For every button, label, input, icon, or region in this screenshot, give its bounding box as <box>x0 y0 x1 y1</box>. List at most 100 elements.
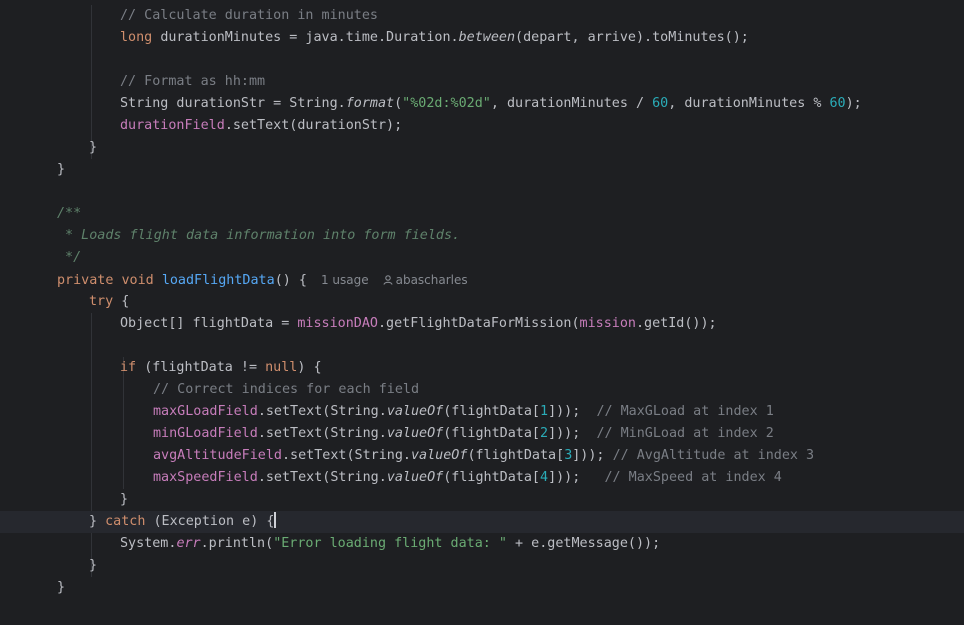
code-line[interactable]: */ <box>0 247 964 269</box>
code-token: long <box>120 30 161 45</box>
code-token: catch <box>105 514 154 529</box>
code-token: (flightData[ <box>443 426 540 441</box>
code-token: 4 <box>540 470 549 485</box>
code-token: Object[] flightData = <box>120 316 298 331</box>
code-token: 60 <box>829 96 846 111</box>
code-token: loadFlightData <box>161 273 275 288</box>
code-token: */ <box>57 250 82 265</box>
code-token: (flightData != <box>144 360 266 375</box>
code-token: } <box>89 140 98 155</box>
code-token: System. <box>120 536 177 551</box>
code-token: .setText(String. <box>257 426 387 441</box>
code-token: ])); <box>548 404 597 419</box>
code-token: if <box>120 360 145 375</box>
code-line[interactable]: if (flightData != null) { <box>0 357 964 379</box>
code-token: maxGLoadField <box>153 404 258 419</box>
code-token: ])); <box>572 448 613 463</box>
code-token: // MaxSpeed at index 4 <box>604 470 782 485</box>
code-line[interactable]: minGLoadField.setText(String.valueOf(fli… <box>0 423 964 445</box>
code-line[interactable]: } <box>0 577 964 599</box>
code-token: null <box>265 360 298 375</box>
code-token: 2 <box>540 426 549 441</box>
author-inlay-hint[interactable]: abascharles <box>383 273 468 287</box>
code-line[interactable]: avgAltitudeField.setText(String.valueOf(… <box>0 445 964 467</box>
code-token: durationField <box>120 118 225 133</box>
code-line[interactable]: } catch (Exception e) { <box>0 511 964 533</box>
code-line[interactable]: } <box>0 159 964 181</box>
code-token: , durationMinutes / <box>490 96 653 111</box>
code-token: err <box>176 536 201 551</box>
code-token: // Calculate duration in minutes <box>120 8 378 23</box>
code-token: } <box>89 514 106 529</box>
code-token: { <box>121 294 130 309</box>
code-token: valueOf <box>386 426 444 441</box>
code-token: between <box>458 30 516 45</box>
usages-inlay-hint[interactable]: 1 usage <box>321 273 369 287</box>
code-line[interactable] <box>0 181 964 203</box>
code-line[interactable]: try { <box>0 291 964 313</box>
code-token: (Exception e) { <box>153 514 275 529</box>
code-line[interactable]: // Calculate duration in minutes <box>0 5 964 27</box>
code-token: durationMinutes = java.time.Duration. <box>160 30 459 45</box>
code-token: .setText(String. <box>257 470 387 485</box>
code-token: .setText(String. <box>257 404 387 419</box>
code-token: avgAltitudeField <box>153 448 282 463</box>
code-line[interactable]: // Correct indices for each field <box>0 379 964 401</box>
code-line[interactable]: Object[] flightData = missionDAO.getFlig… <box>0 313 964 335</box>
code-line[interactable]: } <box>0 489 964 511</box>
code-token: 1 <box>540 404 549 419</box>
code-token: .setText(String. <box>282 448 411 463</box>
code-token: .println( <box>200 536 274 551</box>
code-token: ])); <box>548 426 597 441</box>
code-token: mission <box>579 316 636 331</box>
code-token: .getId()); <box>635 316 717 331</box>
code-token: (flightData[ <box>443 404 540 419</box>
code-token: .getFlightDataForMission( <box>378 316 580 331</box>
code-token: } <box>120 492 129 507</box>
code-token: // MinGLoad at index 2 <box>596 426 774 441</box>
code-token: // MaxGLoad at index 1 <box>596 404 774 419</box>
code-token: } <box>57 162 66 177</box>
code-line[interactable]: maxSpeedField.setText(String.valueOf(fli… <box>0 467 964 489</box>
code-line[interactable]: /** <box>0 203 964 225</box>
code-line[interactable] <box>0 335 964 357</box>
code-editor[interactable]: // Calculate duration in minutes long dur… <box>0 0 964 625</box>
author-name: abascharles <box>395 273 468 287</box>
code-line[interactable]: System.err.println("Error loading flight… <box>0 533 964 555</box>
code-token: (flightData[ <box>443 470 540 485</box>
code-token: // Format as hh:mm <box>120 74 266 89</box>
code-token: minGLoadField <box>153 426 258 441</box>
code-token: ); <box>845 96 862 111</box>
code-token: ( <box>394 96 403 111</box>
code-token: , durationMinutes % <box>668 96 830 111</box>
text-caret <box>274 512 277 528</box>
code-token: * Loads flight data information into for… <box>57 228 461 243</box>
code-line[interactable]: * Loads flight data information into for… <box>0 225 964 247</box>
code-line[interactable]: // Format as hh:mm <box>0 71 964 93</box>
code-line[interactable]: String durationStr = String.format("%02d… <box>0 93 964 115</box>
code-line[interactable]: private void loadFlightData() {1 usage ab… <box>0 269 964 291</box>
code-line[interactable]: } <box>0 555 964 577</box>
code-line[interactable]: maxGLoadField.setText(String.valueOf(fli… <box>0 401 964 423</box>
code-token: } <box>89 558 98 573</box>
code-token: valueOf <box>386 470 444 485</box>
code-token: valueOf <box>411 448 468 463</box>
code-token: (flightData[ <box>467 448 565 463</box>
code-token: "%02d:%02d" <box>402 96 491 111</box>
code-token: + e.getMessage()); <box>506 536 661 551</box>
code-token: } <box>57 580 66 595</box>
code-line[interactable]: } <box>0 137 964 159</box>
code-token: maxSpeedField <box>153 470 258 485</box>
code-token: // Correct indices for each field <box>153 382 420 397</box>
code-token: format <box>345 96 395 111</box>
code-line[interactable] <box>0 49 964 71</box>
code-line[interactable] <box>0 599 964 621</box>
code-token: valueOf <box>386 404 444 419</box>
code-token: try <box>89 294 122 309</box>
code-token: 60 <box>652 96 669 111</box>
code-token: // AvgAltitude at index 3 <box>612 448 815 463</box>
code-line[interactable]: durationField.setText(durationStr); <box>0 115 964 137</box>
code-token: /** <box>57 206 82 221</box>
code-line[interactable]: long durationMinutes = java.time.Duratio… <box>0 27 964 49</box>
code-token: String durationStr = String. <box>120 96 346 111</box>
